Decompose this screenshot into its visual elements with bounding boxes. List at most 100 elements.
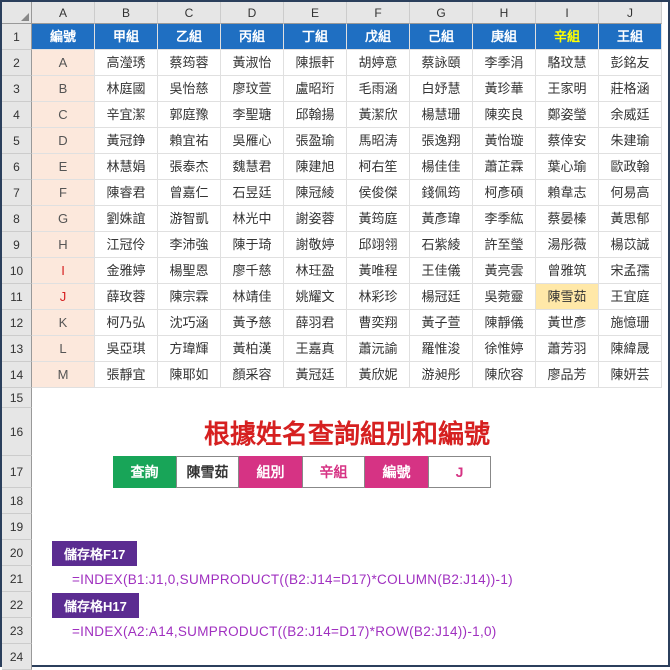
data-cell[interactable]: 蕭芷霖 [473, 154, 536, 180]
data-cell[interactable]: 石紫綾 [410, 232, 473, 258]
row-header-19[interactable]: 19 [2, 514, 32, 540]
row-header-11[interactable]: 11 [2, 284, 32, 310]
row-header-13[interactable]: 13 [2, 336, 32, 362]
data-cell[interactable]: 邱翊翎 [347, 232, 410, 258]
data-cell[interactable]: 黃世彥 [536, 310, 599, 336]
data-cell[interactable]: 姚耀文 [284, 284, 347, 310]
data-cell[interactable]: 石昱廷 [221, 180, 284, 206]
data-cell[interactable]: 蕭沅諭 [347, 336, 410, 362]
data-cell[interactable]: 楊聖恩 [158, 258, 221, 284]
row-header-2[interactable]: 2 [2, 50, 32, 76]
data-cell[interactable]: 鄭姿瑩 [536, 102, 599, 128]
id-cell[interactable]: M [32, 362, 95, 388]
data-cell[interactable]: 莊格涵 [599, 76, 662, 102]
row-header-10[interactable]: 10 [2, 258, 32, 284]
data-cell[interactable]: 楊慧珊 [410, 102, 473, 128]
row-header-20[interactable]: 20 [2, 540, 32, 566]
row-header-16[interactable]: 16 [2, 408, 32, 456]
data-cell[interactable]: 廖千慈 [221, 258, 284, 284]
data-cell[interactable]: 郭庭豫 [158, 102, 221, 128]
data-cell[interactable]: 黃唯程 [347, 258, 410, 284]
id-cell[interactable]: K [32, 310, 95, 336]
data-cell[interactable]: 陳冠綾 [284, 180, 347, 206]
row-header-12[interactable]: 12 [2, 310, 32, 336]
id-cell[interactable]: L [32, 336, 95, 362]
data-cell[interactable]: 王佳儀 [410, 258, 473, 284]
header-group[interactable]: 庚組 [473, 24, 536, 50]
data-cell[interactable]: 楊苡誠 [599, 232, 662, 258]
data-cell[interactable]: 謝敬婷 [284, 232, 347, 258]
data-cell[interactable]: 陳緯晟 [599, 336, 662, 362]
data-cell[interactable]: 林玨盈 [284, 258, 347, 284]
data-cell[interactable]: 劉姝誼 [95, 206, 158, 232]
data-cell[interactable]: 林慧娟 [95, 154, 158, 180]
data-cell[interactable]: 王宜庭 [599, 284, 662, 310]
data-cell[interactable]: 辛宜潔 [95, 102, 158, 128]
data-cell[interactable]: 蔡倖安 [536, 128, 599, 154]
data-cell[interactable]: 林彩珍 [347, 284, 410, 310]
data-cell[interactable]: 游昶彤 [410, 362, 473, 388]
data-cell[interactable]: 許至瑩 [473, 232, 536, 258]
data-cell[interactable]: 胡婷意 [347, 50, 410, 76]
col-header-E[interactable]: E [284, 2, 347, 24]
col-header-B[interactable]: B [95, 2, 158, 24]
row-header-23[interactable]: 23 [2, 618, 32, 644]
data-cell[interactable]: 羅惟浚 [410, 336, 473, 362]
data-cell[interactable]: 陳睿君 [95, 180, 158, 206]
col-header-C[interactable]: C [158, 2, 221, 24]
data-cell[interactable]: 陳宗霖 [158, 284, 221, 310]
data-cell[interactable]: 盧昭珩 [284, 76, 347, 102]
row-header-6[interactable]: 6 [2, 154, 32, 180]
data-cell[interactable]: 余威廷 [599, 102, 662, 128]
data-cell[interactable]: 陳欣容 [473, 362, 536, 388]
data-cell[interactable]: 張逸翔 [410, 128, 473, 154]
row-header-21[interactable]: 21 [2, 566, 32, 592]
data-cell[interactable]: 沈巧涵 [158, 310, 221, 336]
id-cell[interactable]: I [32, 258, 95, 284]
data-cell[interactable]: 陳雪茹 [536, 284, 599, 310]
data-cell[interactable]: 黃亮雲 [473, 258, 536, 284]
data-cell[interactable]: 柯乃弘 [95, 310, 158, 336]
data-cell[interactable]: 黃怡璇 [473, 128, 536, 154]
id-cell[interactable]: E [32, 154, 95, 180]
data-cell[interactable]: 黃欣妮 [347, 362, 410, 388]
data-cell[interactable]: 宋孟孺 [599, 258, 662, 284]
data-cell[interactable]: 魏慧君 [221, 154, 284, 180]
data-cell[interactable]: 毛雨涵 [347, 76, 410, 102]
data-cell[interactable]: 黃筠庭 [347, 206, 410, 232]
data-cell[interactable]: 廖玟萱 [221, 76, 284, 102]
header-group[interactable]: 甲組 [95, 24, 158, 50]
data-cell[interactable]: 錢佩筠 [410, 180, 473, 206]
data-cell[interactable]: 楊冠廷 [410, 284, 473, 310]
row-header-14[interactable]: 14 [2, 362, 32, 388]
data-cell[interactable]: 吳亞琪 [95, 336, 158, 362]
row-header-8[interactable]: 8 [2, 206, 32, 232]
formula1-text[interactable]: =INDEX(B1:J1,0,SUMPRODUCT((B2:J14=D17)*C… [52, 572, 513, 587]
data-cell[interactable]: 陳耶如 [158, 362, 221, 388]
data-cell[interactable]: 林光中 [221, 206, 284, 232]
select-all-corner[interactable] [2, 2, 32, 24]
id-cell[interactable]: J [32, 284, 95, 310]
data-cell[interactable]: 何易高 [599, 180, 662, 206]
data-cell[interactable]: 徐惟婷 [473, 336, 536, 362]
data-cell[interactable]: 蔡晏榛 [536, 206, 599, 232]
data-cell[interactable]: 李季涓 [473, 50, 536, 76]
data-cell[interactable]: 賴宜祐 [158, 128, 221, 154]
data-cell[interactable]: 游智凱 [158, 206, 221, 232]
row-header-7[interactable]: 7 [2, 180, 32, 206]
header-group[interactable]: 乙組 [158, 24, 221, 50]
col-header-F[interactable]: F [347, 2, 410, 24]
data-cell[interactable]: 薛羽君 [284, 310, 347, 336]
col-header-I[interactable]: I [536, 2, 599, 24]
data-cell[interactable]: 黃柏漢 [221, 336, 284, 362]
data-cell[interactable]: 廖品芳 [536, 362, 599, 388]
data-cell[interactable]: 楊佳佳 [410, 154, 473, 180]
id-cell[interactable]: G [32, 206, 95, 232]
data-cell[interactable]: 陳奕良 [473, 102, 536, 128]
data-cell[interactable]: 陳靜儀 [473, 310, 536, 336]
row-header-9[interactable]: 9 [2, 232, 32, 258]
data-cell[interactable]: 吳怡慈 [158, 76, 221, 102]
row-header-5[interactable]: 5 [2, 128, 32, 154]
data-cell[interactable]: 金雅婷 [95, 258, 158, 284]
row-header-4[interactable]: 4 [2, 102, 32, 128]
